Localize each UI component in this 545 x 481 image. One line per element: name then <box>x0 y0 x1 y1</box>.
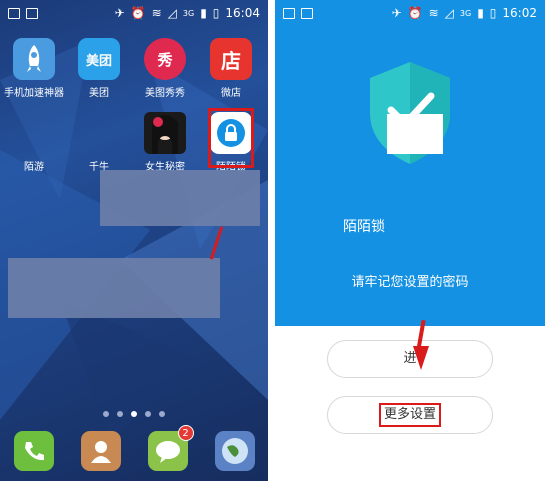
obscured-area <box>8 258 220 318</box>
obscured-area <box>387 114 443 154</box>
rocket-icon <box>13 38 55 80</box>
messages-icon[interactable]: 2 <box>147 425 194 471</box>
dock: 2 <box>0 425 268 471</box>
girl-secret-icon <box>144 112 186 154</box>
enter-button[interactable]: 进 <box>327 340 493 378</box>
network-label: 3G <box>182 8 195 18</box>
image-icon <box>26 7 38 19</box>
app-title: 陌陌锁 <box>343 219 385 235</box>
meitu-icon: 秀 <box>144 38 186 80</box>
meituan-glyph: 美团 <box>85 53 112 69</box>
momo-lock-screen: 陌陌锁 请牢记您设置的密码 ● ━ ● ◑ ✈ ⏰ ≋ ◿ 3G ▮ ▯ 16:… <box>275 0 545 481</box>
gallery-icon <box>8 7 20 19</box>
app-meitu[interactable]: 秀 美图秀秀 <box>135 38 195 99</box>
battery-icon: ▯ <box>489 6 497 20</box>
page-dot <box>117 411 123 417</box>
app-momo-lock[interactable]: 陌陌锁 <box>201 108 261 173</box>
phone-icon[interactable] <box>13 431 54 471</box>
page-dot-active <box>131 411 137 417</box>
app-girl-secret[interactable]: 女生秘密 <box>135 112 195 173</box>
app-label: 手机加速神器 <box>4 88 64 99</box>
alarm-icon: ⏰ <box>407 6 423 20</box>
page-dot <box>145 411 151 417</box>
password-reminder: 请牢记您设置的密码 <box>351 275 469 290</box>
signal-icon: ▮ <box>200 6 207 20</box>
wifi-icon: ≋ <box>151 6 162 20</box>
app-label: 美团 <box>89 88 109 99</box>
app-rocket-booster[interactable]: 手机加速神器 <box>4 38 64 99</box>
clock: 16:02 <box>502 6 537 20</box>
obscured-area <box>100 170 260 226</box>
app-label: 微店 <box>221 88 241 99</box>
image-icon <box>301 7 313 19</box>
signal-icon: ▮ <box>477 6 484 20</box>
app-qianniu[interactable]: 千牛 <box>69 112 129 173</box>
app-label: 美图秀秀 <box>145 88 185 99</box>
meitu-glyph: 秀 <box>157 50 173 69</box>
more-settings-button[interactable]: 更多设置 <box>327 396 493 434</box>
header-panel: 陌陌锁 请牢记您设置的密码 ● ━ ● ◑ <box>275 26 545 337</box>
page-indicator: ● ━ ● ◑ <box>389 326 435 337</box>
clock: 16:04 <box>225 6 260 20</box>
home-screen: ✈ ⏰ ≋ ◿ 3G ▮ ▯ 16:04 手机加速神器 美团 美团 秀 美图秀秀… <box>0 0 268 481</box>
contacts-icon[interactable] <box>80 431 121 471</box>
network-label: 3G <box>459 8 472 18</box>
page-dot-active: ● <box>407 326 417 337</box>
more-settings-label: 更多设置 <box>378 403 441 427</box>
page-dot-line: ━ <box>399 326 406 337</box>
weidian-glyph: 店 <box>221 48 241 73</box>
page-dot <box>103 411 109 417</box>
app-label: 陌游 <box>24 162 44 173</box>
meituan-icon: 美团 <box>78 38 120 80</box>
status-bar: ✈ ⏰ ≋ ◿ 3G ▮ ▯ 16:04 <box>0 0 268 26</box>
page-dot-active: ● <box>389 326 398 337</box>
browser-icon[interactable] <box>214 431 255 471</box>
unread-badge: 2 <box>177 425 194 441</box>
status-bar: ✈ ⏰ ≋ ◿ 3G ▮ ▯ 16:02 <box>275 0 545 26</box>
qianniu-icon <box>78 112 120 154</box>
alarm-icon: ⏰ <box>130 6 146 20</box>
no-sim-icon: ◿ <box>167 6 177 20</box>
battery-icon: ▯ <box>212 6 220 20</box>
no-sim-icon: ◿ <box>444 6 454 20</box>
mute-icon: ✈ <box>114 6 125 20</box>
app-weidian[interactable]: 店 微店 <box>201 38 261 99</box>
page-indicator <box>0 411 268 417</box>
weidian-icon: 店 <box>210 38 252 80</box>
app-moyou[interactable]: 陌游 <box>4 112 64 173</box>
gallery-icon <box>283 7 295 19</box>
page-dot <box>159 411 165 417</box>
app-meituan[interactable]: 美团 美团 <box>69 38 129 99</box>
arrow-pointer <box>413 346 429 370</box>
mute-icon: ✈ <box>391 6 402 20</box>
wifi-icon: ≋ <box>428 6 439 20</box>
page-dot: ◑ <box>426 326 436 337</box>
highlight-box <box>208 108 254 168</box>
moyou-icon <box>13 112 55 154</box>
